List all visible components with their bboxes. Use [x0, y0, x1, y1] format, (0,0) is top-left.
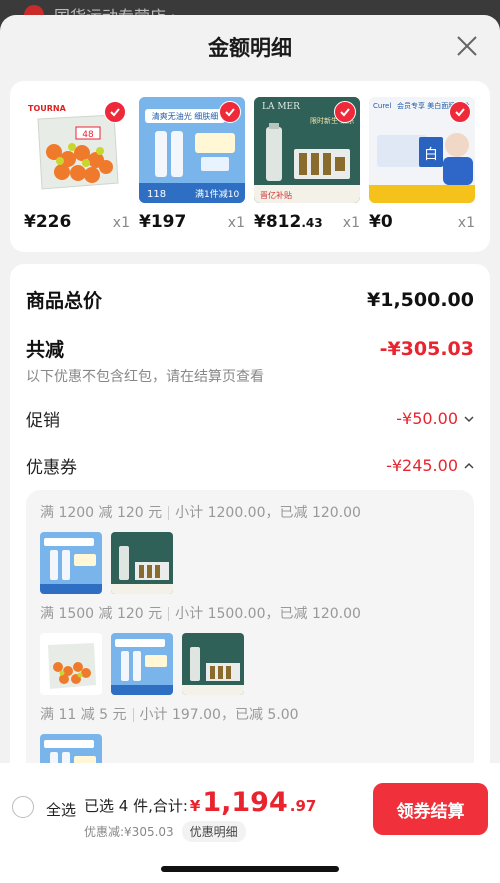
checked-icon[interactable] [334, 101, 356, 123]
checkout-button[interactable]: 领券结算 [373, 783, 488, 835]
coupon-value: -¥245.00 [386, 456, 458, 475]
promo-row[interactable]: 促销 -¥50.00 [26, 406, 474, 431]
discount-line: 优惠减:¥305.03 优惠明细 [84, 821, 246, 842]
goods-total-label: 商品总价 [26, 290, 103, 312]
promo-value: -¥50.00 [396, 409, 458, 428]
product-price: ¥812 [254, 212, 302, 232]
select-all-radio[interactable] [12, 796, 34, 818]
product-thumbnail [40, 532, 102, 594]
product-price: ¥0 [369, 212, 393, 232]
total-reduce-row: 共减 -¥305.03 [26, 335, 474, 362]
total-line: 已选 4 件,合计: ¥ 1,194 .97 [84, 787, 316, 818]
total-reduce-label: 共减 [26, 339, 65, 361]
select-all-label[interactable]: 全选 [46, 799, 76, 820]
coupon-detail: 小计 1200.00，已减 120.00 [175, 505, 361, 521]
product-thumbnail [111, 633, 173, 695]
amount-detail-sheet: 金额明细 48 TOURNA ¥226 x1 清爽无油光 细肤细 118 满1件… [0, 15, 500, 883]
product-image: LA MER 限时新生·臻乐 晋亿补贴 [254, 97, 360, 203]
discount-text: 优惠减:¥305.03 [84, 825, 174, 839]
product-qty: x1 [112, 215, 130, 231]
coupon-label: 优惠券 [26, 458, 77, 478]
product-price-tag: 118 [147, 189, 166, 200]
product-pack-label: 白 [424, 147, 438, 163]
product-item[interactable]: 清爽无油光 细肤细 118 满1件减10 ¥197 x1 [139, 97, 245, 252]
product-brand: TOURNA [28, 104, 67, 113]
close-icon[interactable] [454, 33, 480, 59]
coupon-rule: 满 1500 减 120 元 [40, 606, 163, 622]
product-price-decimal: .43 [301, 216, 323, 230]
product-banner: 清爽无油光 细肤细 [152, 111, 219, 121]
product-item[interactable]: Curel 会员专享 美白面膜体验 白 ¥0 x1 [369, 97, 475, 252]
checkout-bar: 全选 已选 4 件,合计: ¥ 1,194 .97 优惠减:¥305.03 优惠… [0, 763, 500, 883]
product-item[interactable]: LA MER 限时新生·臻乐 晋亿补贴 ¥812.43 x1 [254, 97, 360, 252]
coupon-group-line: 满 11 减 5 元小计 197.00，已减 5.00 [40, 704, 460, 724]
product-thumbnail [182, 633, 244, 695]
checked-icon[interactable] [219, 101, 241, 123]
product-price: ¥226 [24, 212, 72, 232]
amount-summary: 商品总价 ¥1,500.00 共减 -¥305.03 以下优惠不包含红包，请在结… [10, 264, 490, 824]
product-qty: x1 [342, 215, 360, 231]
chevron-up-icon[interactable] [464, 461, 474, 471]
product-item[interactable]: 48 TOURNA ¥226 x1 [24, 97, 130, 252]
checked-icon[interactable] [449, 101, 471, 123]
sheet-header: 金额明细 [0, 15, 500, 79]
product-promo: 满1件减10 [195, 188, 239, 200]
product-list: 48 TOURNA ¥226 x1 清爽无油光 细肤细 118 满1件减10 ¥… [10, 81, 490, 252]
product-image: Curel 会员专享 美白面膜体验 白 [369, 97, 475, 203]
home-indicator[interactable] [161, 866, 339, 872]
product-image: 清爽无油光 细肤细 118 满1件减10 [139, 97, 245, 203]
product-thumbnail [40, 633, 102, 695]
checked-icon[interactable] [104, 101, 126, 123]
goods-total-value: ¥1,500.00 [367, 288, 474, 311]
total-reduce-value: -¥305.03 [379, 337, 474, 360]
product-thumbnail [111, 532, 173, 594]
product-brand: LA MER [262, 102, 300, 112]
product-bag-tag: 48 [82, 130, 94, 140]
selected-count-text: 已选 4 件,合计: [84, 797, 188, 815]
total-amount: 1,194 [202, 787, 288, 818]
total-currency: ¥ [189, 797, 201, 815]
promo-label: 促销 [26, 411, 60, 431]
total-amount-decimal: .97 [289, 797, 317, 815]
coupon-rule: 满 11 减 5 元 [40, 707, 127, 723]
coupon-detail: 小计 1500.00，已减 120.00 [175, 606, 361, 622]
coupon-rule: 满 1200 减 120 元 [40, 505, 163, 521]
coupon-group-line: 满 1200 减 120 元小计 1200.00，已减 120.00 [40, 502, 460, 522]
product-brand: Curel [373, 102, 391, 110]
goods-total-row: 商品总价 ¥1,500.00 [26, 264, 474, 313]
coupon-detail: 小计 197.00，已减 5.00 [139, 707, 299, 723]
coupon-detail-box: 满 1200 减 120 元小计 1200.00，已减 120.00 满 150… [26, 490, 474, 796]
product-qty: x1 [227, 215, 245, 231]
product-image: 48 TOURNA [24, 97, 130, 203]
coupon-group-products [40, 633, 460, 695]
coupon-group-products [40, 532, 460, 594]
product-qty: x1 [457, 215, 475, 231]
chevron-down-icon[interactable] [464, 414, 474, 424]
product-promo: 晋亿补贴 [260, 190, 292, 200]
sheet-title: 金额明细 [208, 36, 292, 60]
coupon-group-line: 满 1500 减 120 元小计 1500.00，已减 120.00 [40, 603, 460, 623]
product-price: ¥197 [139, 212, 187, 232]
discount-note: 以下优惠不包含红包，请在结算页查看 [26, 369, 264, 385]
coupon-row[interactable]: 优惠券 -¥245.00 [26, 453, 474, 478]
discount-detail-button[interactable]: 优惠明细 [181, 821, 246, 842]
